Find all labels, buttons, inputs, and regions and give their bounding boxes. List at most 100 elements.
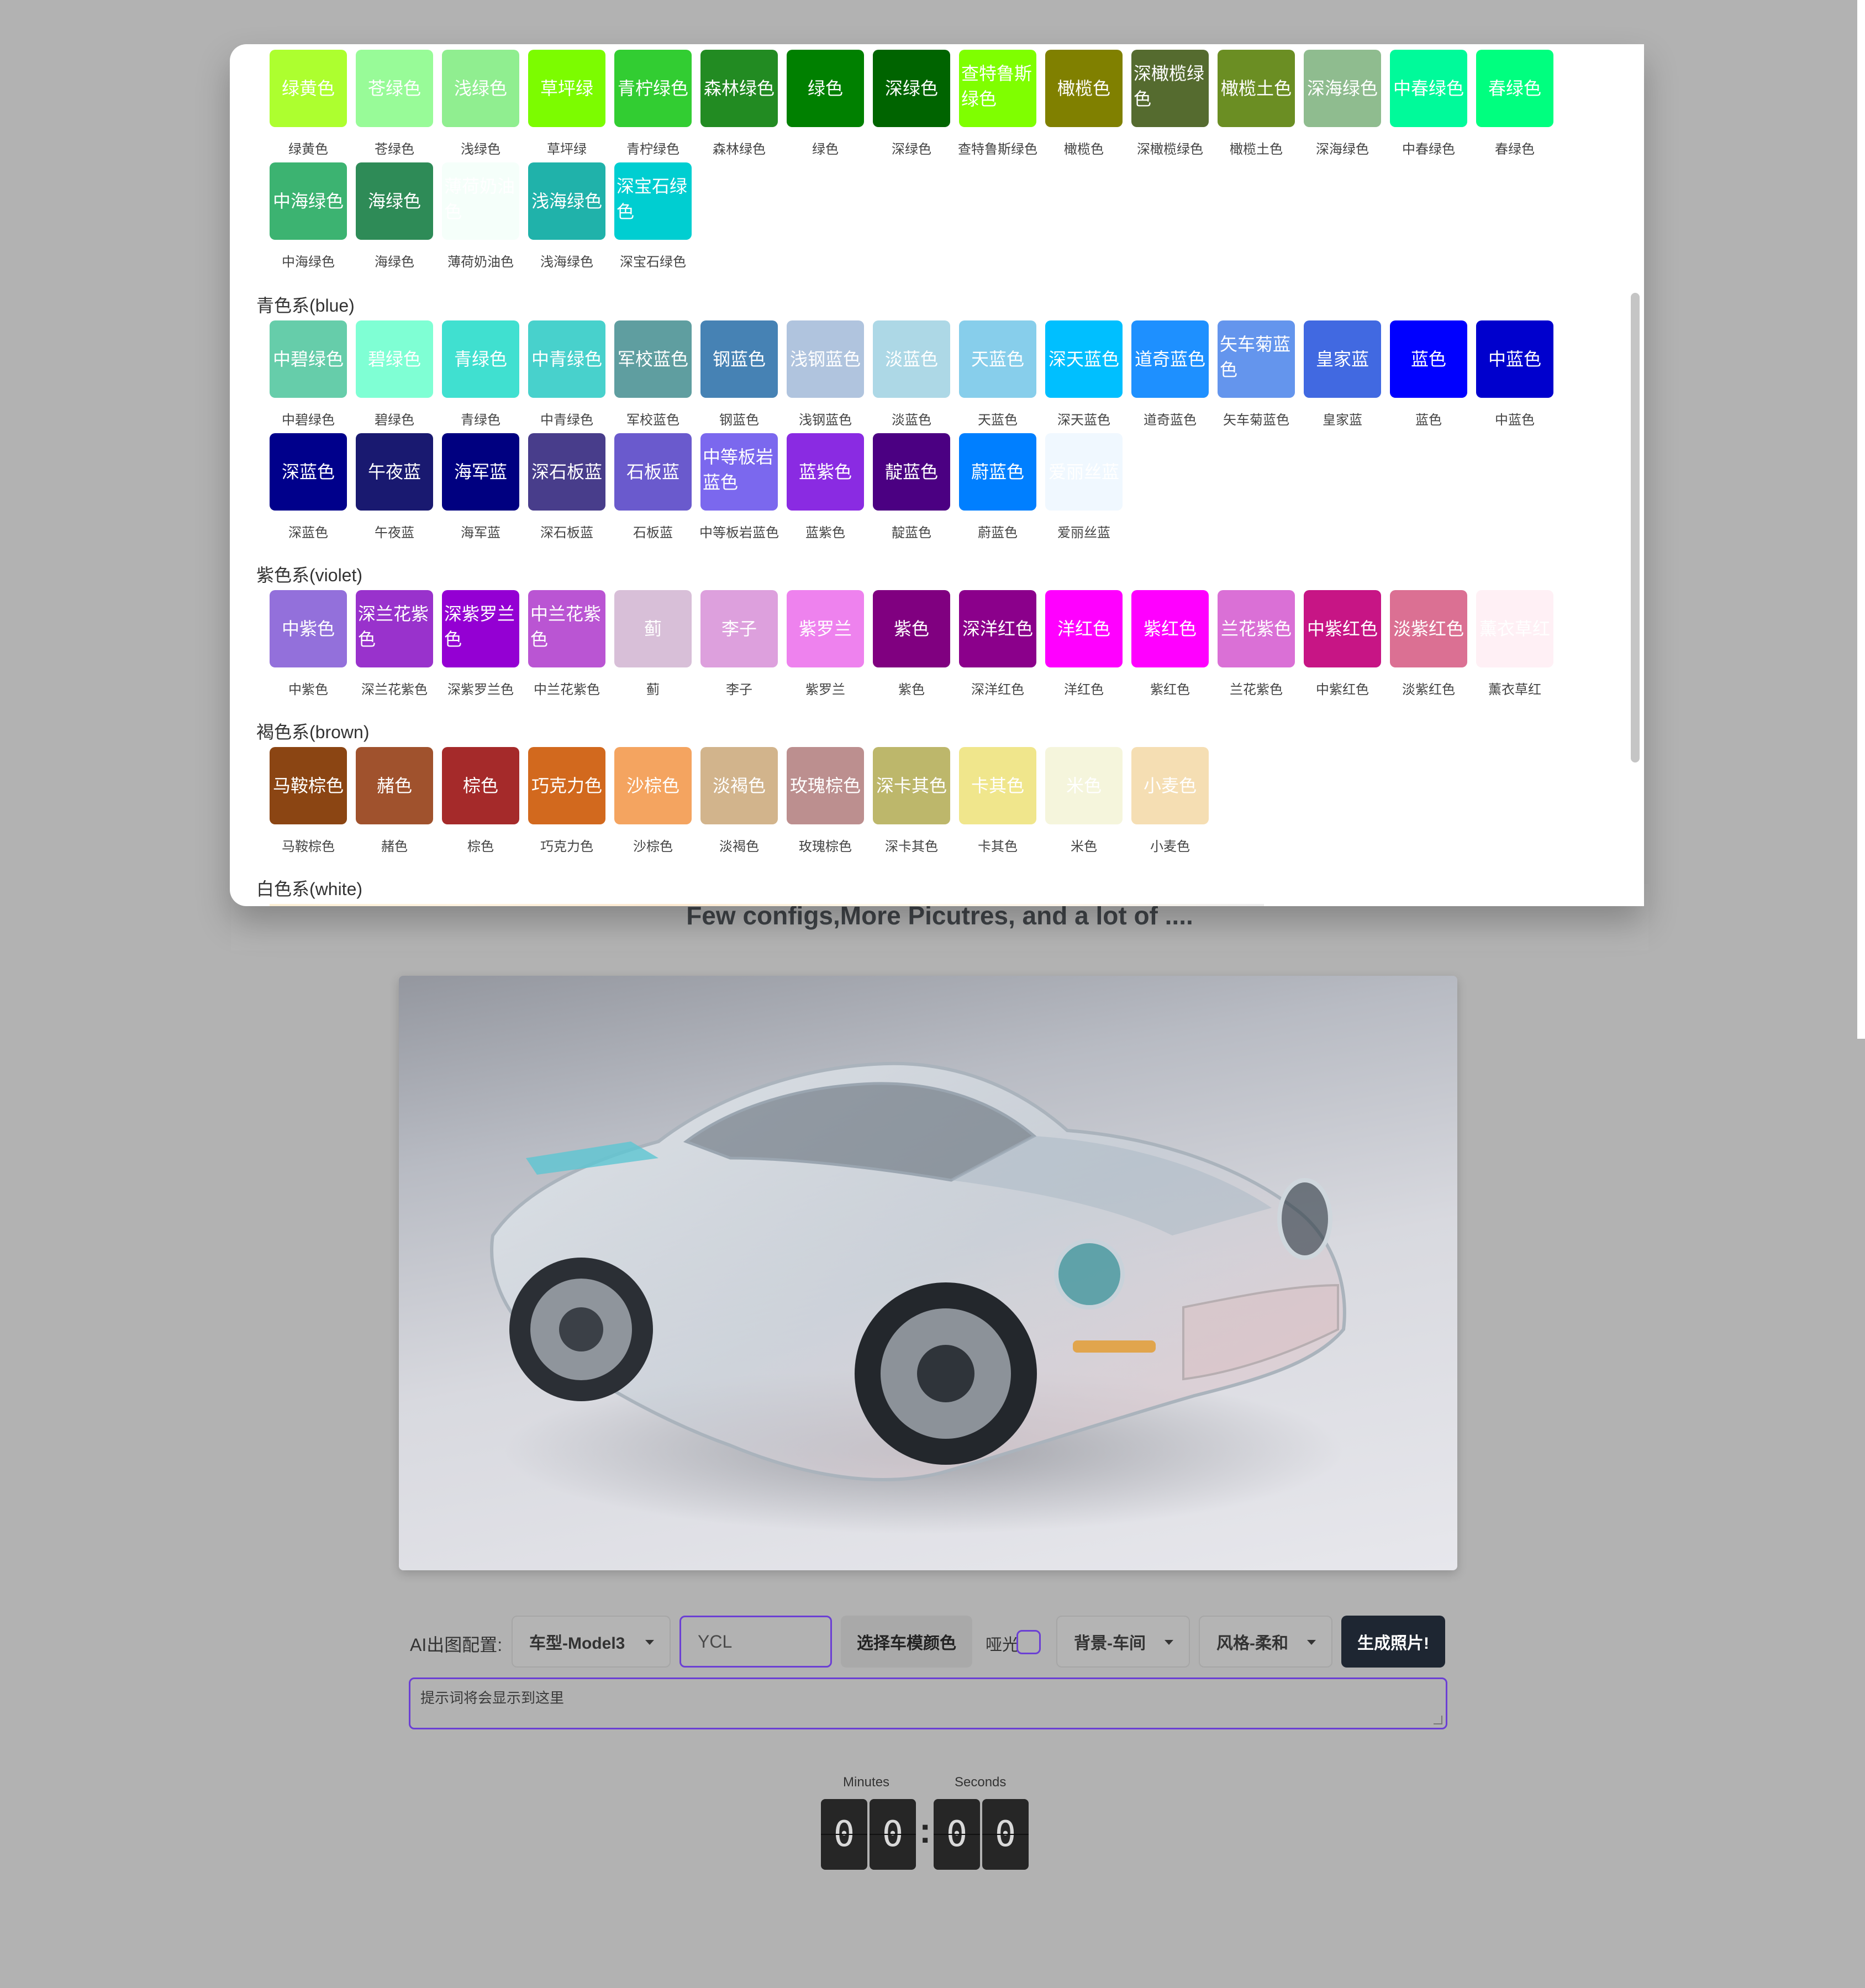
color-swatch[interactable]: 青柠绿色 [614,50,692,127]
color-swatch-item[interactable]: 青绿色 青绿色 [442,320,519,428]
color-swatch[interactable]: 兰花紫色 [1218,590,1295,667]
color-swatch[interactable]: 道奇蓝色 [1131,320,1209,398]
generate-button[interactable]: 生成照片! [1341,1616,1445,1668]
color-swatch-item[interactable]: 石板蓝 石板蓝 [614,433,692,540]
color-swatch-item[interactable]: 沙棕色 沙棕色 [614,747,692,854]
color-swatch-item[interactable]: 玫瑰棕色 玫瑰棕色 [787,747,864,854]
color-swatch-item[interactable]: 深宝石绿色 深宝石绿色 [614,162,692,270]
color-swatch[interactable]: 午夜蓝 [356,433,433,511]
color-swatch-item[interactable]: 海军蓝 海军蓝 [442,433,519,540]
color-swatch[interactable]: 淡紫红色 [1390,590,1467,667]
color-swatch[interactable]: 蓝色 [1390,320,1467,398]
color-swatch-item[interactable]: 赭色 赭色 [356,747,433,854]
color-swatch-item[interactable]: 皇家蓝 皇家蓝 [1304,320,1381,428]
color-swatch-item[interactable]: 深海绿色 深海绿色 [1304,50,1381,157]
color-swatch-item[interactable]: 深紫罗兰色 深紫罗兰色 [442,590,519,697]
color-swatch[interactable]: 深卡其色 [873,747,950,824]
color-swatch[interactable]: 中兰花紫色 [528,590,605,667]
color-swatch[interactable]: 中紫红色 [1304,590,1381,667]
color-swatch-item[interactable]: 兰花紫色 兰花紫色 [1218,590,1295,697]
color-swatch-item[interactable]: 淡褐色 淡褐色 [700,747,778,854]
color-swatch-item[interactable]: 橄榄土色 橄榄土色 [1218,50,1295,157]
color-swatch[interactable]: 绿黄色 [270,50,347,127]
color-swatch[interactable]: 淡蓝色 [873,320,950,398]
color-swatch[interactable]: 苍绿色 [356,50,433,127]
color-swatch-item[interactable]: 绿黄色 绿黄色 [270,50,347,157]
color-swatch[interactable]: 爱丽丝蓝 [1045,433,1123,511]
color-swatch-item[interactable]: 中紫色 中紫色 [270,590,347,697]
color-swatch[interactable]: 查特鲁斯绿色 [959,50,1036,127]
color-swatch[interactable]: 中碧绿色 [270,320,347,398]
color-swatch-item[interactable]: 浅钢蓝色 浅钢蓝色 [787,320,864,428]
color-swatch-item[interactable]: 中等板岩蓝色 中等板岩蓝色 [699,433,779,540]
color-swatch-item[interactable]: 浅绿色 浅绿色 [442,50,519,157]
color-swatch-item[interactable]: 深蓝色 深蓝色 [270,433,347,540]
color-swatch[interactable]: 薰衣草红 [1476,590,1553,667]
color-swatch[interactable]: 深天蓝色 [1045,320,1123,398]
color-swatch-item[interactable]: 深天蓝色 深天蓝色 [1045,320,1123,428]
color-swatch[interactable]: 草坪绿 [528,50,605,127]
color-swatch[interactable]: 橄榄土色 [1218,50,1295,127]
color-swatch[interactable]: 蓟 [614,590,692,667]
color-swatch[interactable]: 石板蓝 [614,433,692,511]
color-swatch-item[interactable]: 橄榄色 橄榄色 [1045,50,1123,157]
color-swatch-item[interactable]: 紫色 紫色 [873,590,950,697]
color-swatch[interactable]: 马鞍棕色 [270,747,347,824]
color-swatch-item[interactable]: 矢车菊蓝色 矢车菊蓝色 [1218,320,1295,428]
color-swatch[interactable]: 春绿色 [1476,50,1553,127]
color-swatch-item[interactable]: 碧绿色 碧绿色 [356,320,433,428]
color-swatch[interactable]: 玫瑰棕色 [787,747,864,824]
color-swatch-item[interactable]: 道奇蓝色 道奇蓝色 [1131,320,1209,428]
color-swatch[interactable]: 钢蓝色 [700,320,778,398]
background-select[interactable]: 背景-车间 [1056,1616,1190,1668]
color-swatch[interactable]: 紫红色 [1131,590,1209,667]
color-swatch-item[interactable]: 深洋红色 深洋红色 [959,590,1036,697]
color-swatch-item[interactable]: 深绿色 深绿色 [873,50,950,157]
color-swatch-item[interactable]: 蓝紫色 蓝紫色 [787,433,864,540]
color-swatch[interactable]: 米色 [1045,747,1123,824]
color-swatch[interactable]: 深橄榄绿色 [1131,50,1209,127]
color-swatch-item[interactable]: 深石板蓝 深石板蓝 [528,433,605,540]
color-swatch-item[interactable]: 钢蓝色 钢蓝色 [700,320,778,428]
choose-color-button[interactable]: 选择车模颜色 [841,1616,972,1668]
color-swatch-item[interactable]: 绿色 绿色 [787,50,864,157]
color-swatch[interactable]: 海军蓝 [442,433,519,511]
color-swatch-item[interactable]: 海绿色 海绿色 [356,162,433,270]
color-swatch-item[interactable]: 薰衣草红 薰衣草红 [1476,590,1553,697]
color-swatch-item[interactable]: 午夜蓝 午夜蓝 [356,433,433,540]
color-swatch-item[interactable]: 小麦色 小麦色 [1131,747,1209,854]
matte-checkbox[interactable] [1016,1630,1041,1654]
color-swatch-item[interactable]: 深卡其色 深卡其色 [873,747,950,854]
color-swatch-item[interactable]: 中青绿色 中青绿色 [528,320,605,428]
color-swatch-item[interactable]: 棕色 棕色 [442,747,519,854]
color-swatch-item[interactable]: 李子 李子 [700,590,778,697]
color-swatch[interactable]: 中等板岩蓝色 [700,433,778,511]
color-swatch[interactable]: 洋红色 [1045,590,1123,667]
color-swatch[interactable]: 中紫色 [270,590,347,667]
color-swatch[interactable]: 李子 [700,590,778,667]
color-swatch-item[interactable]: 中紫红色 中紫红色 [1304,590,1381,697]
name-input[interactable]: YCL [679,1616,832,1668]
color-swatch[interactable]: 矢车菊蓝色 [1218,320,1295,398]
color-swatch[interactable]: 深紫罗兰色 [442,590,519,667]
color-swatch[interactable]: 蔚蓝色 [959,433,1036,511]
color-swatch-item[interactable]: 中兰花紫色 中兰花紫色 [528,590,605,697]
color-swatch[interactable]: 紫罗兰 [787,590,864,667]
color-swatch[interactable]: 卡其色 [959,747,1036,824]
color-swatch[interactable]: 军校蓝色 [614,320,692,398]
color-swatch[interactable]: 棕色 [442,747,519,824]
color-swatch[interactable]: 薄荷奶油色 [442,162,519,240]
color-swatch-item[interactable]: 靛蓝色 靛蓝色 [873,433,950,540]
color-swatch[interactable]: 天蓝色 [959,320,1036,398]
color-swatch[interactable]: 深石板蓝 [528,433,605,511]
color-swatch[interactable]: 浅海绿色 [528,162,605,240]
color-swatch-item[interactable]: 紫红色 紫红色 [1131,590,1209,697]
color-swatch[interactable]: 深绿色 [873,50,950,127]
color-swatch[interactable]: 橄榄色 [1045,50,1123,127]
color-swatch-item[interactable]: 天蓝色 天蓝色 [959,320,1036,428]
color-swatch-item[interactable]: 深橄榄绿色 深橄榄绿色 [1131,50,1209,157]
color-swatch-item[interactable]: 蓟蓟 [614,590,692,697]
color-swatch-item[interactable]: 卡其色 卡其色 [959,747,1036,854]
color-swatch[interactable]: 青绿色 [442,320,519,398]
color-swatch[interactable]: 沙棕色 [614,747,692,824]
